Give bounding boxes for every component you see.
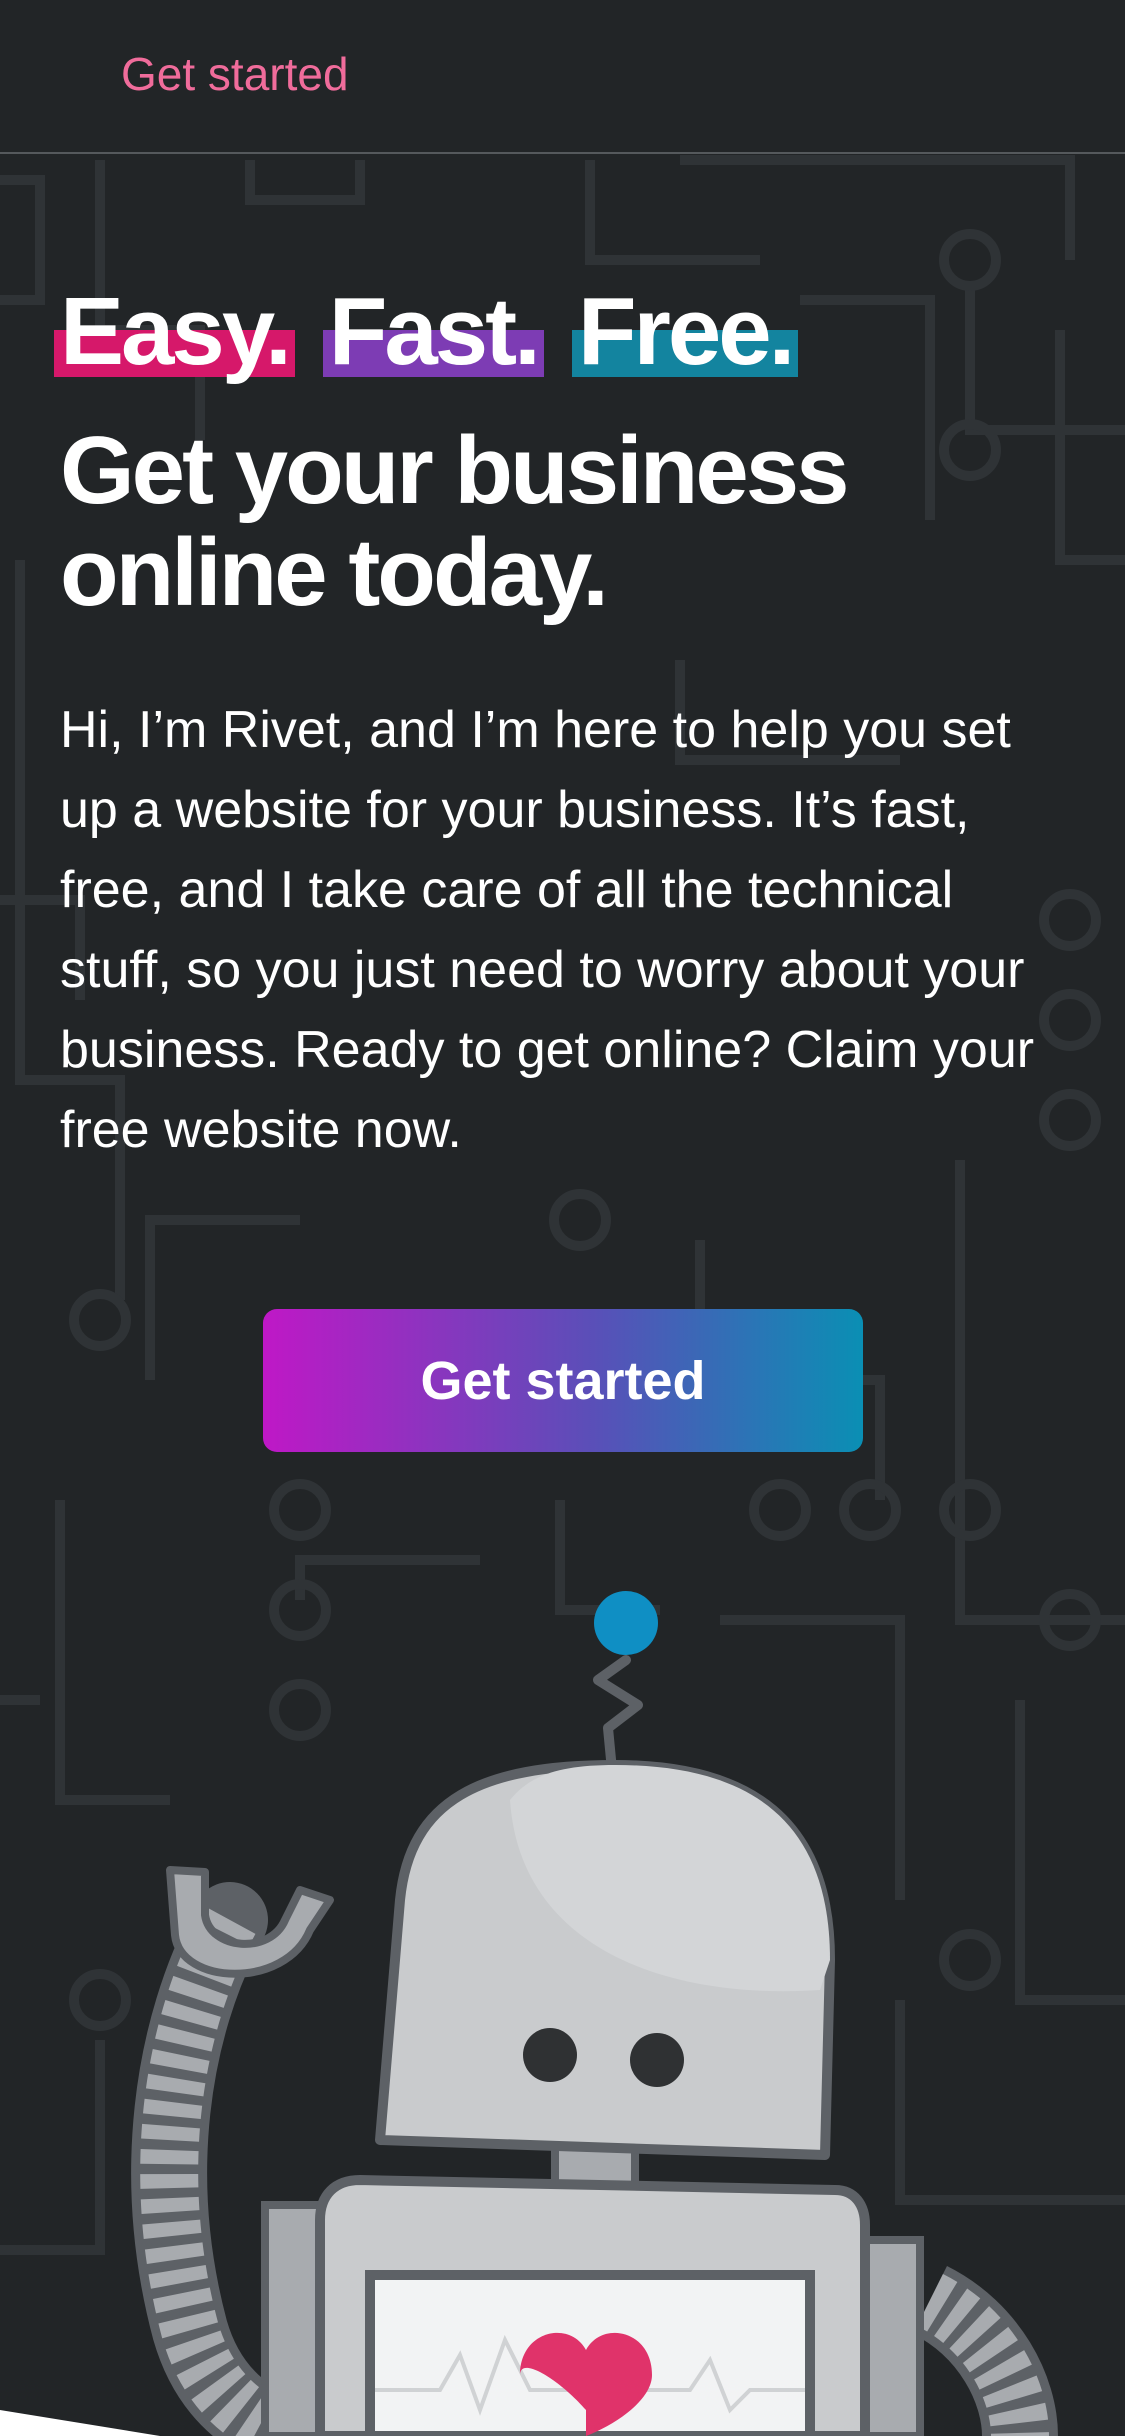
tagline: Easy. Fast. Free. [54, 282, 799, 382]
antenna-icon [593, 1591, 658, 1775]
tagline-free: Free. [571, 282, 799, 382]
get-started-button[interactable]: Get started [263, 1309, 863, 1452]
top-bar: Get started [0, 0, 1125, 154]
get-started-link[interactable]: Get started [121, 44, 349, 104]
hero-intro-text: Hi, I’m Rivet, and I’m here to help you … [60, 701, 1035, 1159]
tagline-fast: Fast. [322, 282, 544, 382]
tagline-easy: Easy. [54, 282, 295, 382]
robot-mascot-illustration [0, 1591, 1058, 2436]
hero-headline: Get your business online today. [60, 417, 850, 626]
robot-head-icon [375, 1760, 835, 2160]
